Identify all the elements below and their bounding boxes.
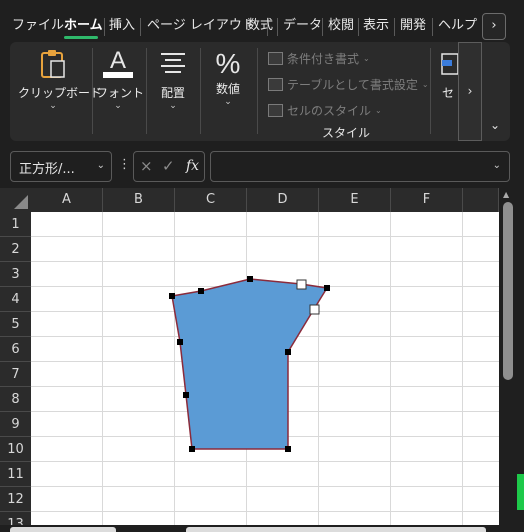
cell-styles-icon [268,104,283,117]
group-divider [257,48,258,134]
chevron-down-icon: ⌄ [169,101,177,111]
chevron-right-icon: › [491,18,497,33]
formula-controls: × ✓ fx [133,151,205,182]
tab-divider [104,18,105,36]
chevron-down-icon: ⌄ [224,97,232,107]
format-as-table-button[interactable]: テーブルとして書式設定 ⌄ [268,76,429,93]
tab-divider [358,18,359,36]
percent-icon: % [215,48,241,79]
font-color-icon: A [103,47,133,78]
tab-formulas[interactable]: 数式 [247,17,273,35]
tab-developer[interactable]: 開発 [400,17,426,35]
sheet-tab-strip [0,525,499,532]
chevron-down-icon: ⌄ [363,54,370,63]
cells-icon [441,53,458,75]
group-divider [146,48,147,134]
tab-data[interactable]: データ [283,17,322,35]
more-options-icon[interactable]: ⋮ [118,157,131,172]
font-label: フォント [96,86,145,100]
chevron-down-icon: ⌄ [421,80,429,89]
styles-group-title: スタイル [322,126,371,140]
cells-label: セ [441,86,454,100]
tab-home[interactable]: ホーム [64,17,103,35]
clipboard-icon [41,50,65,78]
ribbon-scroll-right-button[interactable]: › [458,42,482,141]
chevron-down-icon: ⌄ [96,160,105,171]
insert-function-icon[interactable]: fx [186,158,199,174]
conditional-format-icon [268,52,283,65]
conditional-format-label: 条件付き書式 [287,52,360,66]
scroll-up-icon[interactable]: ▲ [503,190,509,199]
tab-divider [322,18,323,36]
number-label: 数値 [215,82,240,96]
horizontal-scrollbar[interactable] [186,527,486,532]
tab-insert[interactable]: 挿入 [109,17,135,35]
ribbon-tab-bar: ファイル ホーム 挿入 ページ レイアウト 数式 データ 校閲 表示 開発 ヘル… [0,0,524,40]
tab-divider [432,18,433,36]
font-button[interactable]: A フォント ⌄ [96,47,145,111]
format-as-table-label: テーブルとして書式設定 [287,78,418,92]
cell-styles-button[interactable]: セルのスタイル ⌄ [268,102,382,119]
svg-text:A: A [110,48,126,74]
freeform-shape[interactable] [171,278,329,450]
table-icon [268,78,283,91]
cells-button[interactable]: セ [438,48,458,101]
worksheet[interactable]: A B C D E F G 1 2 3 4 5 6 7 8 9 10 11 12… [0,188,524,532]
group-divider [430,48,431,134]
more-tabs-button[interactable]: › [482,13,506,40]
clipboard-button[interactable]: クリップボード ⌄ [18,48,103,111]
name-box-value: 正方形/... [19,162,75,177]
cancel-icon[interactable]: × [140,157,153,175]
chevron-right-icon: › [467,84,473,98]
chevron-down-icon: ⌄ [489,118,501,132]
number-format-button[interactable]: % 数値 ⌄ [206,48,250,107]
align-icon [161,53,185,73]
tab-page-layout[interactable]: ページ レイアウト [147,17,255,35]
chevron-down-icon: ⌄ [49,101,57,111]
tab-file[interactable]: ファイル [12,17,64,35]
status-indicator [517,474,524,510]
group-divider [200,48,201,134]
sheet-tab[interactable] [10,527,116,532]
formula-input[interactable]: ⌄ [210,151,510,182]
active-tab-indicator [64,36,98,39]
alignment-button[interactable]: 配置 ⌄ [152,48,194,111]
alignment-label: 配置 [160,86,185,100]
cell-styles-label: セルのスタイル [287,104,372,118]
freeform-shape-canvas [169,276,330,452]
group-divider [92,48,93,134]
clipboard-label: クリップボード [18,86,103,100]
tab-divider [140,18,141,36]
name-box[interactable]: 正方形/... ⌄ [10,151,112,182]
enter-icon[interactable]: ✓ [162,157,175,175]
chevron-down-icon: ⌄ [375,106,382,115]
scrollbar-thumb[interactable] [503,202,513,380]
chevron-down-icon: ⌄ [114,101,122,111]
chevron-down-icon: ⌄ [492,160,501,171]
tab-divider [277,18,278,36]
tab-help[interactable]: ヘルプ [438,17,477,35]
tab-review[interactable]: 校閲 [328,17,354,35]
ribbon-collapse-button[interactable]: ⌄ [486,118,504,136]
tab-divider [394,18,395,36]
conditional-formatting-button[interactable]: 条件付き書式 ⌄ [268,50,370,67]
tab-view[interactable]: 表示 [363,17,389,35]
